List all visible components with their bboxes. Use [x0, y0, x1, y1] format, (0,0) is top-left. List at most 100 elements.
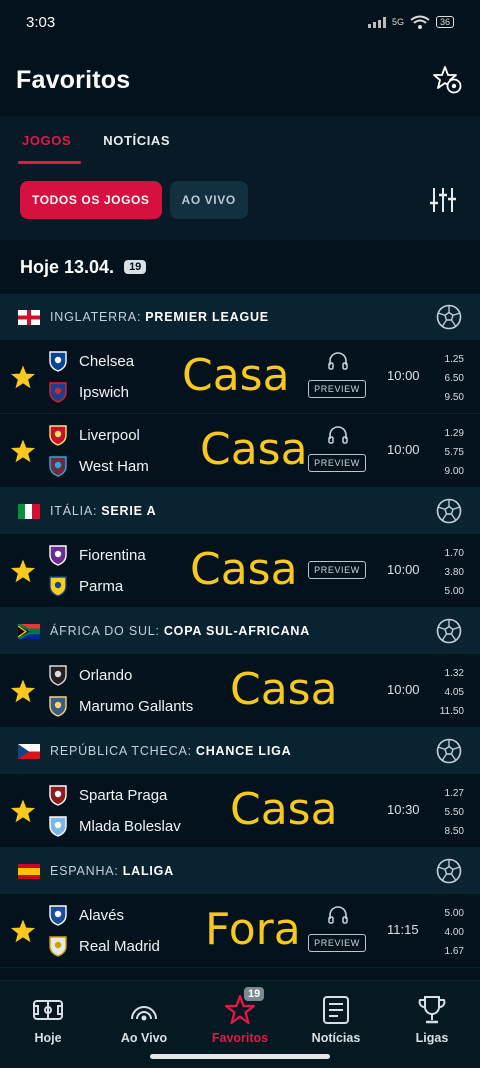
odds-column[interactable]: 5.00 4.00 1.67	[424, 904, 464, 961]
football-icon[interactable]	[436, 618, 462, 644]
team-crest-icon	[49, 905, 67, 926]
league-header[interactable]: ESPANHA: LALIGA	[0, 848, 480, 894]
filter-live-button[interactable]: AO VIVO	[169, 181, 248, 219]
team-name: Ipswich	[79, 383, 130, 401]
odds-value[interactable]: 3.80	[424, 563, 464, 582]
tab-jogos[interactable]: JOGOS	[17, 116, 82, 164]
football-icon[interactable]	[436, 304, 462, 330]
football-icon[interactable]	[436, 498, 462, 524]
england-flag-icon	[18, 309, 40, 325]
odds-column[interactable]: 1.27 5.50 8.50	[424, 784, 464, 841]
match-row[interactable]: Orlando Marumo Gallants Casa 10:00 1.32 4.05 1…	[0, 654, 480, 728]
page-header: Favoritos	[0, 44, 480, 116]
league-name: LALIGA	[122, 864, 175, 878]
favorites-count-badge: 19	[244, 987, 265, 1001]
favorite-star-icon[interactable]	[10, 558, 36, 584]
odds-value[interactable]: 5.75	[424, 443, 464, 462]
league-header[interactable]: ÁFRICA DO SUL: COPA SUL-AFRICANA	[0, 608, 480, 654]
odds-value[interactable]: 1.67	[424, 942, 464, 961]
favorite-star-icon[interactable]	[10, 364, 36, 390]
headphones-icon[interactable]	[328, 906, 348, 924]
away-team: Marumo Gallants	[47, 693, 193, 719]
odds-value[interactable]: 9.00	[424, 462, 464, 481]
kickoff-time: 11:15	[387, 922, 419, 937]
odds-value[interactable]: 1.25	[424, 350, 464, 369]
football-icon[interactable]	[436, 858, 462, 884]
away-team: West Ham	[47, 453, 149, 479]
headphones-icon[interactable]	[328, 426, 348, 444]
odds-value[interactable]: 5.00	[424, 904, 464, 923]
favorites-settings-icon[interactable]	[432, 64, 464, 96]
sliders-icon[interactable]	[430, 186, 456, 214]
nav-hoje[interactable]: Hoje	[0, 993, 96, 1045]
preview-button[interactable]: PREVIEW	[308, 561, 366, 579]
odds-value[interactable]: 1.27	[424, 784, 464, 803]
nav-label: Notícias	[311, 1031, 361, 1045]
league-country: ITÁLIA:	[50, 504, 98, 518]
spain-flag-icon	[18, 863, 40, 879]
odds-column[interactable]: 1.32 4.05 11.50	[424, 664, 464, 721]
league-header[interactable]: REPÚBLICA TCHECA: CHANCE LIGA	[0, 728, 480, 774]
odds-value[interactable]: 4.00	[424, 923, 464, 942]
favorite-star-icon[interactable]	[10, 678, 36, 704]
media-actions: PREVIEW	[308, 534, 368, 608]
odds-value[interactable]: 1.70	[424, 544, 464, 563]
app-screen: 3:03 5G 36 Favoritos JOGOS NOTÍCIAS TODO…	[0, 0, 480, 1068]
status-icons: 5G 36	[367, 15, 454, 29]
team-name: Mlada Boleslav	[79, 817, 181, 835]
favorite-star-icon[interactable]	[10, 918, 36, 944]
nav-favoritos[interactable]: 19 Favoritos	[192, 987, 288, 1045]
team-name: Fiorentina	[79, 546, 146, 564]
signal-icon	[367, 16, 386, 28]
live-signal-icon	[131, 1006, 157, 1021]
home-team: Chelsea	[47, 348, 134, 374]
league-header[interactable]: INGLATERRA: PREMIER LEAGUE	[0, 294, 480, 340]
home-indicator[interactable]	[150, 1054, 330, 1059]
odds-value[interactable]: 9.50	[424, 388, 464, 407]
match-row[interactable]: Sparta Praga Mlada Boleslav Casa 10:30 1.27 5…	[0, 774, 480, 848]
team-name: Real Madrid	[79, 937, 160, 955]
kickoff-time: 10:00	[387, 562, 420, 577]
nav-ligas[interactable]: Ligas	[384, 993, 480, 1045]
battery-indicator: 36	[435, 16, 454, 28]
league-name: CHANCE LIGA	[195, 744, 292, 758]
team-crest-icon	[49, 785, 67, 806]
odds-value[interactable]: 1.32	[424, 664, 464, 683]
nav-noticias[interactable]: Notícias	[288, 993, 384, 1045]
tab-noticias[interactable]: NOTÍCIAS	[103, 116, 170, 164]
away-team: Parma	[47, 573, 123, 599]
odds-value[interactable]: 6.50	[424, 369, 464, 388]
home-team: Liverpool	[47, 422, 140, 448]
match-count-badge: 19	[124, 260, 147, 274]
preview-button[interactable]: PREVIEW	[308, 934, 366, 952]
odds-value[interactable]: 5.50	[424, 803, 464, 822]
odds-value[interactable]: 8.50	[424, 822, 464, 841]
team-name: Chelsea	[79, 352, 135, 370]
filter-all-games-button[interactable]: TODOS OS JOGOS	[20, 181, 162, 219]
nav-label: Ligas	[415, 1031, 449, 1045]
favorite-star-icon[interactable]	[10, 438, 36, 464]
odds-value[interactable]: 1.29	[424, 424, 464, 443]
preview-button[interactable]: PREVIEW	[308, 454, 366, 472]
match-row[interactable]: Chelsea Ipswich Casa PREVIEW 10:00 1.25 6.50 9.…	[0, 340, 480, 414]
football-icon[interactable]	[436, 738, 462, 764]
nav-ao-vivo[interactable]: Ao Vivo	[96, 993, 192, 1045]
match-row[interactable]: Liverpool West Ham Casa PREVIEW 10:00 1.29 5.7…	[0, 414, 480, 488]
kickoff-time: 10:00	[387, 442, 420, 457]
nav-label: Ao Vivo	[120, 1031, 168, 1045]
league-header[interactable]: ITÁLIA: SERIE A	[0, 488, 480, 534]
odds-column[interactable]: 1.25 6.50 9.50	[424, 350, 464, 407]
match-row[interactable]: Fiorentina Parma Casa PREVIEW 10:00 1.70 3.80 5…	[0, 534, 480, 608]
odds-value[interactable]: 5.00	[424, 582, 464, 601]
preview-button[interactable]: PREVIEW	[308, 380, 366, 398]
odds-value[interactable]: 4.05	[424, 683, 464, 702]
odds-column[interactable]: 1.70 3.80 5.00	[424, 544, 464, 601]
favorite-star-icon[interactable]	[10, 798, 36, 824]
status-time: 3:03	[26, 13, 56, 31]
prediction-label: Casa	[230, 784, 338, 835]
match-row[interactable]: Alavés Real Madrid Fora PREVIEW 11:15 5.00 4.0…	[0, 894, 480, 968]
odds-value[interactable]: 11.50	[424, 702, 464, 721]
odds-column[interactable]: 1.29 5.75 9.00	[424, 424, 464, 481]
headphones-icon[interactable]	[328, 352, 348, 370]
home-team: Orlando	[47, 662, 132, 688]
